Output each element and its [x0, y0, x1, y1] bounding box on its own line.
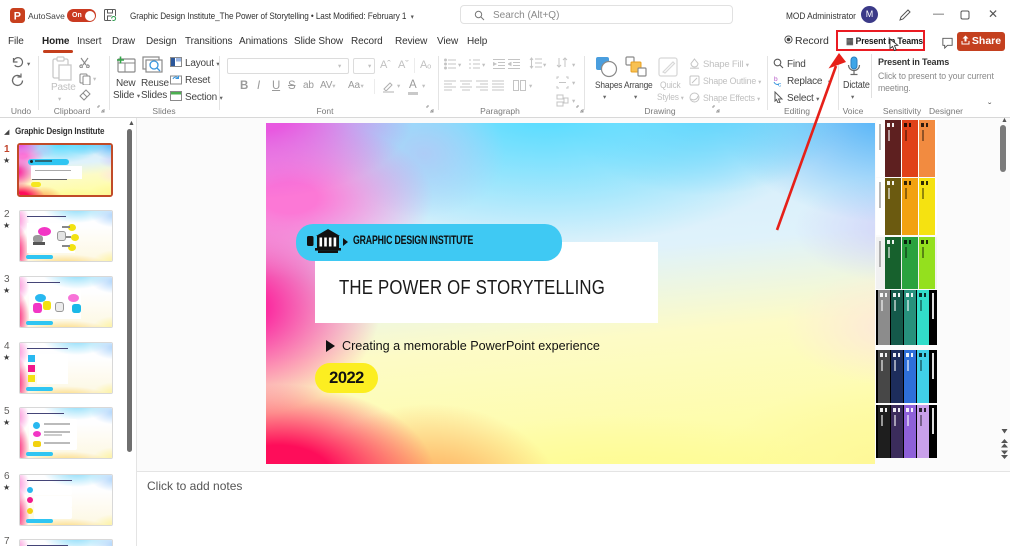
svg-text:c: c — [778, 82, 782, 88]
svg-text:P: P — [14, 11, 21, 23]
